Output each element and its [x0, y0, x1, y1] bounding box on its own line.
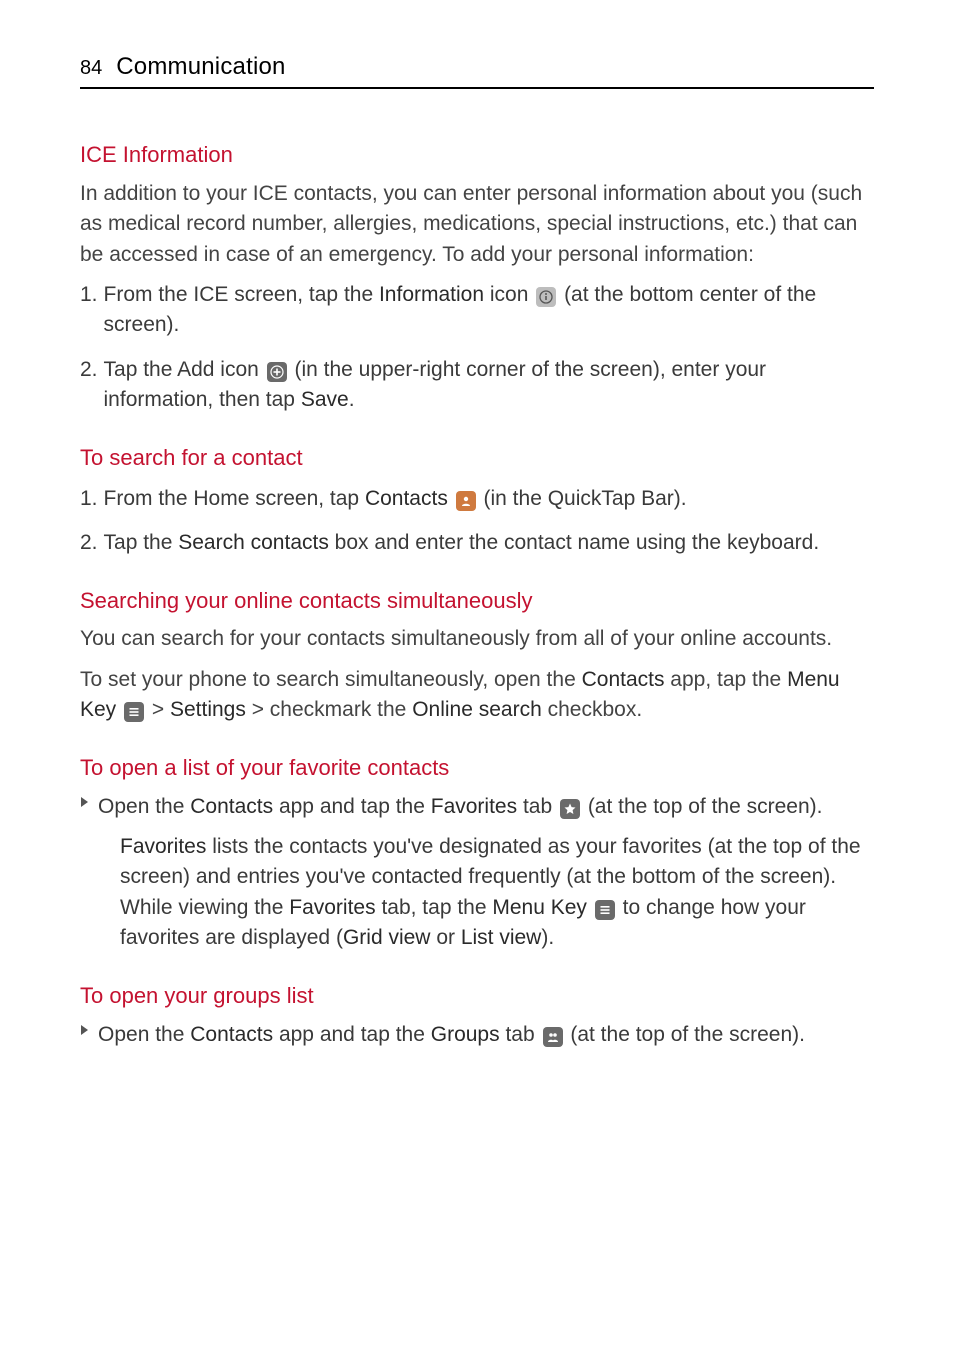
bold-text: Information: [379, 283, 484, 306]
text: (in the QuickTap Bar).: [478, 487, 687, 510]
menu-key-icon: [595, 900, 615, 920]
ice-step-1: 1. From the ICE screen, tap the Informat…: [80, 280, 874, 341]
bold-text: Contacts: [365, 487, 448, 510]
text: checkbox.: [542, 698, 642, 721]
text: icon: [484, 283, 534, 306]
bold-text: Online search: [412, 698, 542, 721]
bold-text: Settings: [170, 698, 246, 721]
list-item-body: From the ICE screen, tap the Information…: [104, 280, 874, 341]
bullet-triangle-icon: [80, 1024, 90, 1050]
menu-key-icon: [124, 702, 144, 722]
page-body: ICE Information In addition to your ICE …: [80, 139, 874, 1050]
heading-favorite-contacts: To open a list of your favorite contacts: [80, 752, 874, 784]
page-number: 84: [80, 54, 102, 83]
text: From the Home screen, tap: [104, 487, 365, 510]
contacts-icon: [456, 491, 476, 511]
text: ).: [541, 926, 554, 949]
text: tab: [517, 795, 558, 818]
text: tab: [500, 1023, 541, 1046]
text: >: [146, 698, 170, 721]
bold-text: Menu Key: [492, 896, 587, 919]
list-item-body: Tap the Add icon (in the upper-right cor…: [104, 355, 874, 416]
bold-text: Save: [301, 388, 349, 411]
text: app, tap the: [664, 668, 787, 691]
list-number: 1.: [80, 280, 98, 341]
online-paragraph-1: You can search for your contacts simulta…: [80, 624, 874, 654]
heading-online-search: Searching your online contacts simultane…: [80, 585, 874, 617]
page-header: 84 Communication: [80, 50, 874, 89]
ice-steps-list: 1. From the ICE screen, tap the Informat…: [80, 280, 874, 416]
groups-bullet-list: Open the Contacts app and tap the Groups…: [80, 1020, 874, 1050]
favorites-bullet: Open the Contacts app and tap the Favori…: [80, 792, 874, 954]
heading-groups-list: To open your groups list: [80, 980, 874, 1012]
bold-text: Grid view: [343, 926, 431, 949]
list-item-body: Tap the Search contacts box and enter th…: [104, 528, 874, 558]
heading-search-contact: To search for a contact: [80, 442, 874, 474]
text: (at the top of the screen).: [582, 795, 822, 818]
heading-ice-information: ICE Information: [80, 139, 874, 171]
ice-intro-paragraph: In addition to your ICE contacts, you ca…: [80, 179, 874, 270]
bold-text: Contacts: [190, 1023, 273, 1046]
text: app and tap the: [273, 1023, 431, 1046]
bullet-triangle-icon: [80, 796, 90, 954]
search-steps-list: 1. From the Home screen, tap Contacts (i…: [80, 484, 874, 559]
text: From the ICE screen, tap the: [104, 283, 379, 306]
list-item-body: Open the Contacts app and tap the Favori…: [98, 792, 874, 954]
bold-text: Contacts: [190, 795, 273, 818]
bold-text: Favorites: [120, 835, 206, 858]
bold-text: Contacts: [582, 668, 665, 691]
bold-text: Search contacts: [178, 531, 329, 554]
ice-step-2: 2. Tap the Add icon (in the upper-right …: [80, 355, 874, 416]
list-item-body: From the Home screen, tap Contacts (in t…: [104, 484, 874, 514]
list-item-body: Open the Contacts app and tap the Groups…: [98, 1020, 874, 1050]
text: Open the: [98, 1023, 190, 1046]
list-number: 2.: [80, 528, 98, 558]
text: Tap the: [104, 531, 179, 554]
info-icon: [536, 287, 556, 307]
star-icon: [560, 799, 580, 819]
text: .: [349, 388, 355, 411]
text: Tap the Add icon: [104, 358, 265, 381]
text: > checkmark the: [246, 698, 412, 721]
text: Open the: [98, 795, 190, 818]
text: or: [430, 926, 460, 949]
bold-text: Favorites: [431, 795, 517, 818]
text: tab, tap the: [376, 896, 493, 919]
bold-text: List view: [461, 926, 542, 949]
list-number: 1.: [80, 484, 98, 514]
bold-text: Groups: [431, 1023, 500, 1046]
header-section-title: Communication: [116, 50, 285, 85]
groups-bullet: Open the Contacts app and tap the Groups…: [80, 1020, 874, 1050]
add-icon: [267, 362, 287, 382]
text: app and tap the: [273, 795, 431, 818]
favorites-sub-paragraph: Favorites lists the contacts you've desi…: [120, 832, 874, 954]
online-paragraph-2: To set your phone to search simultaneous…: [80, 665, 874, 726]
text: (at the top of the screen).: [565, 1023, 805, 1046]
search-step-1: 1. From the Home screen, tap Contacts (i…: [80, 484, 874, 514]
bold-text: Favorites: [289, 896, 375, 919]
search-step-2: 2. Tap the Search contacts box and enter…: [80, 528, 874, 558]
text: To set your phone to search simultaneous…: [80, 668, 582, 691]
groups-icon: [543, 1027, 563, 1047]
favorites-bullet-list: Open the Contacts app and tap the Favori…: [80, 792, 874, 954]
text: box and enter the contact name using the…: [329, 531, 819, 554]
list-number: 2.: [80, 355, 98, 416]
